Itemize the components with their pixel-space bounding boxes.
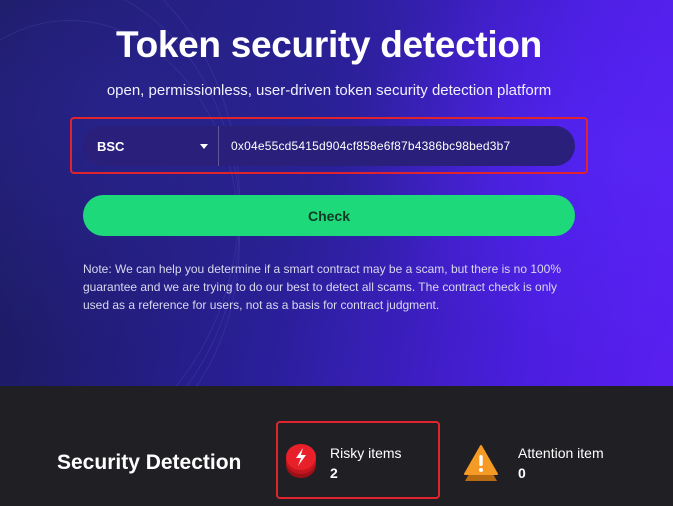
security-detection-title: Security Detection	[57, 451, 242, 474]
contract-address-input[interactable]	[219, 126, 575, 166]
attention-items-count: 0	[518, 465, 526, 481]
attention-items-label: Attention item	[518, 445, 604, 461]
lightning-icon	[286, 444, 316, 478]
check-button[interactable]: Check	[83, 195, 575, 236]
risky-items-count: 2	[330, 465, 338, 481]
chain-select-value: BSC	[97, 138, 125, 154]
chain-select[interactable]: BSC	[83, 126, 219, 166]
risky-items-label: Risky items	[330, 445, 402, 461]
disclaimer-note: Note: We can help you determine if a sma…	[83, 262, 562, 312]
warning-icon	[464, 445, 498, 481]
caret-down-icon	[200, 143, 208, 149]
risky-items-stat[interactable]: Risky items 2	[286, 444, 402, 482]
page-subtitle: open, permissionless, user-driven token …	[106, 82, 552, 99]
token-search-bar: BSC	[83, 126, 575, 166]
attention-items-stat[interactable]: Attention item 0	[463, 444, 604, 482]
page-title: Token security detection	[116, 24, 542, 65]
